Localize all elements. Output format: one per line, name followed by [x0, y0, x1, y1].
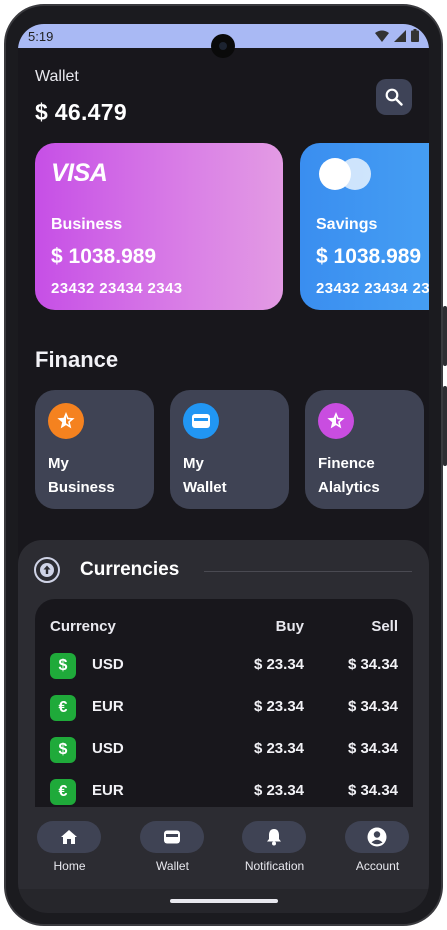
nav-label: Wallet [156, 859, 189, 873]
nav-wallet[interactable]: Wallet [121, 821, 224, 881]
tile-label: Finence Alalytics [318, 455, 380, 496]
search-icon [385, 88, 403, 106]
card-amount: $ 1038.989 [51, 245, 157, 268]
card-number: 23432 23434 2343 [51, 280, 183, 297]
currency-table: Currency Buy Sell $ USD $ 23.34 $ 34.34 … [35, 599, 413, 840]
nav-account[interactable]: Account [326, 821, 429, 881]
divider [204, 571, 412, 572]
nav-home[interactable]: Home [18, 821, 121, 881]
currency-code: EUR [92, 782, 124, 799]
volume-button [443, 386, 447, 466]
tile-label: My Business [48, 455, 115, 496]
table-row[interactable]: € EUR $ 23.34 $ 34.34 [35, 686, 413, 728]
buy-price: $ 23.34 [253, 782, 304, 799]
card-amount: $ 1038.989 [316, 245, 422, 268]
currencies-title: Currencies [80, 559, 180, 580]
dollar-icon: $ [50, 653, 76, 679]
finance-title: Finance [35, 347, 119, 372]
search-button[interactable] [376, 79, 412, 115]
nav-label: Notification [244, 859, 305, 873]
battery-icon [411, 29, 419, 42]
bell-icon [242, 821, 306, 853]
account-icon [345, 821, 409, 853]
column-header-sell: Sell [371, 618, 398, 635]
savings-card[interactable]: Savings $ 1038.989 23432 23434 2343 [300, 143, 429, 310]
euro-icon: € [50, 779, 76, 805]
table-row[interactable]: $ USD $ 23.34 $ 34.34 [35, 728, 413, 770]
home-gesture-bar[interactable] [170, 899, 278, 903]
finance-tile-my-business[interactable]: My Business [35, 390, 154, 509]
card-number: 23432 23434 2343 [316, 280, 429, 297]
wifi-icon [375, 30, 389, 42]
signal-icon [394, 29, 406, 42]
card-name: Business [51, 216, 123, 233]
finance-tile-analytics[interactable]: Finence Alalytics [305, 390, 424, 509]
card-name: Savings [316, 216, 378, 233]
nav-label: Account [355, 859, 400, 873]
wallet-icon [140, 821, 204, 853]
dollar-icon: $ [50, 737, 76, 763]
status-icons [375, 29, 419, 42]
star-badge-icon [318, 403, 354, 439]
table-row[interactable]: $ USD $ 23.34 $ 34.34 [35, 644, 413, 686]
buy-price: $ 23.34 [253, 740, 304, 757]
currency-code: EUR [92, 698, 124, 715]
currencies-panel: Currencies Currency Buy Sell $ USD $ 23.… [18, 540, 429, 840]
sell-price: $ 34.34 [347, 698, 398, 715]
home-icon [37, 821, 101, 853]
column-header-buy: Buy [275, 618, 304, 635]
star-badge-icon [48, 403, 84, 439]
business-card[interactable]: VISA Business $ 1038.989 23432 23434 234… [35, 143, 283, 310]
finance-tile-my-wallet[interactable]: My Wallet [170, 390, 289, 509]
sell-price: $ 34.34 [347, 782, 398, 799]
wallet-label: Wallet [35, 68, 79, 85]
app-screen: 5:19 Wallet $ 46.479 VISA Business $ 103… [18, 24, 429, 913]
total-balance: $ 46.479 [35, 99, 127, 125]
phone-frame: 5:19 Wallet $ 46.479 VISA Business $ 103… [4, 4, 447, 926]
front-camera [211, 34, 235, 58]
bottom-navigation: Home Wallet Notification Account [18, 807, 429, 889]
buy-price: $ 23.34 [253, 698, 304, 715]
visa-logo: VISA [51, 159, 108, 187]
currency-code: USD [92, 740, 124, 757]
sell-price: $ 34.34 [347, 656, 398, 673]
currency-code: USD [92, 656, 124, 673]
nav-label: Home [53, 859, 86, 873]
arrow-up-circle-icon[interactable] [34, 557, 60, 583]
column-header-currency: Currency [50, 618, 116, 635]
nav-notification[interactable]: Notification [223, 821, 326, 881]
buy-price: $ 23.34 [253, 656, 304, 673]
sell-price: $ 34.34 [347, 740, 398, 757]
power-button [443, 306, 447, 366]
status-time: 5:19 [28, 29, 54, 44]
table-row[interactable]: € EUR $ 23.34 $ 34.34 [35, 770, 413, 812]
wallet-icon [183, 403, 219, 439]
tile-label: My Wallet [183, 455, 227, 496]
euro-icon: € [50, 695, 76, 721]
mastercard-logo-icon [319, 158, 373, 190]
